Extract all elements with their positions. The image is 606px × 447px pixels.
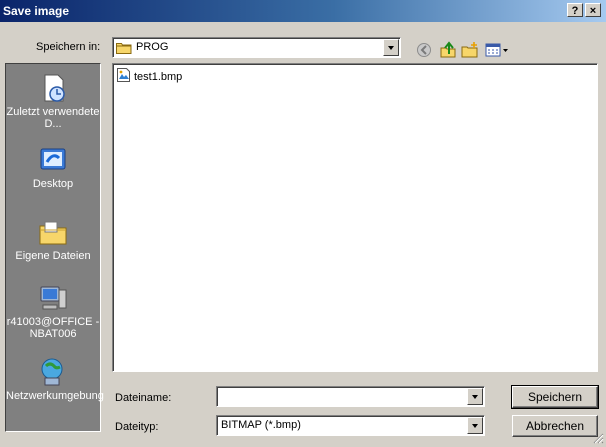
resize-grip[interactable]	[592, 432, 604, 444]
back-icon[interactable]	[414, 40, 434, 60]
places-bar: Zuletzt verwendete D... Desktop Eigene D…	[5, 63, 104, 432]
folder-icon	[116, 41, 132, 57]
filetype-label: Dateityp:	[115, 421, 159, 433]
file-list[interactable]: test1.bmp	[112, 63, 598, 372]
my-documents-icon	[6, 216, 100, 248]
place-recent-label: Zuletzt verwendete D...	[6, 106, 100, 130]
place-computer-label: r41003@OFFICE - NBAT006	[6, 316, 100, 340]
my-computer-icon	[6, 282, 100, 314]
save-in-value: PROG	[136, 41, 169, 53]
file-name: test1.bmp	[134, 70, 183, 83]
save-in-dropdown-button[interactable]	[383, 39, 399, 56]
file-item[interactable]: test1.bmp	[116, 67, 182, 86]
filetype-value: BITMAP (*.bmp)	[221, 419, 301, 431]
help-button[interactable]: ?	[567, 3, 583, 17]
recent-documents-icon	[6, 72, 100, 104]
title-bar[interactable]: Save image ? ×	[0, 0, 606, 22]
place-computer[interactable]: r41003@OFFICE - NBAT006	[6, 282, 100, 340]
filetype-combo[interactable]: BITMAP (*.bmp)	[216, 415, 485, 436]
place-network-label: Netzwerkumgebung	[6, 390, 104, 402]
filetype-dropdown-button[interactable]	[467, 417, 483, 434]
filename-label: Dateiname:	[115, 392, 172, 404]
place-documents[interactable]: Eigene Dateien	[6, 216, 100, 262]
save-button[interactable]: Speichern	[511, 385, 599, 409]
filename-dropdown-button[interactable]	[467, 388, 483, 405]
place-network[interactable]: Netzwerkumgebung	[6, 356, 104, 402]
network-icon	[6, 356, 100, 388]
place-documents-label: Eigene Dateien	[15, 250, 91, 262]
window-title: Save image	[3, 4, 70, 18]
bmp-file-icon	[116, 67, 134, 86]
views-menu-icon[interactable]	[484, 40, 512, 60]
up-folder-icon[interactable]	[438, 40, 458, 60]
desktop-icon	[6, 144, 100, 176]
place-desktop-label: Desktop	[32, 178, 74, 190]
cancel-button[interactable]: Abbrechen	[512, 415, 598, 437]
save-in-label: Speichern in:	[36, 41, 101, 53]
close-button[interactable]: ×	[585, 3, 601, 17]
save-in-combo[interactable]: PROG	[112, 37, 401, 58]
filename-combo[interactable]	[216, 386, 485, 407]
new-folder-icon[interactable]	[460, 40, 480, 60]
place-desktop[interactable]: Desktop	[6, 144, 100, 190]
place-recent[interactable]: Zuletzt verwendete D...	[6, 72, 100, 130]
